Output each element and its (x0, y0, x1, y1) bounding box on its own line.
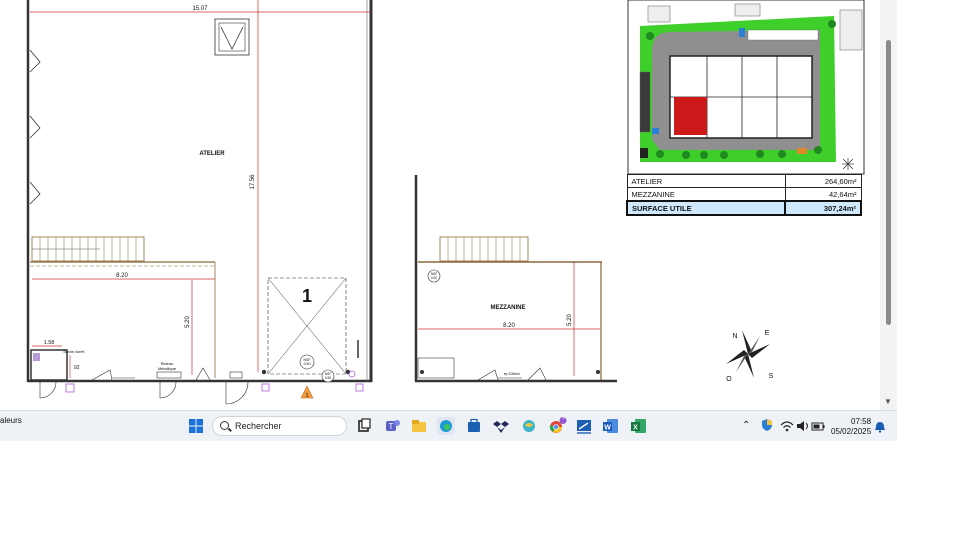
security-shield-icon[interactable] (760, 418, 774, 432)
site-plan (627, 0, 865, 175)
table-row: ATELIER 264,60m² (626, 174, 862, 188)
surface-name: MEZZANINE (626, 187, 786, 202)
label-metallique: Métallique (158, 366, 177, 371)
windows-start-icon[interactable] (187, 417, 205, 435)
clock-time[interactable]: 07:58 (851, 417, 871, 426)
compass-s: S (769, 373, 774, 380)
svg-text:T: T (389, 422, 394, 431)
scrollbar-thumb[interactable] (886, 40, 891, 325)
dim-width-top: 15.07 (192, 6, 208, 12)
store-icon[interactable] (465, 417, 483, 435)
table-row: MEZZANINE 42,64m² (626, 187, 862, 202)
compass-o: O (726, 376, 732, 383)
vertical-scrollbar[interactable]: ▼ (880, 0, 897, 410)
search-icon (220, 421, 229, 430)
surface-table: ATELIER 264,60m² MEZZANINE 42,64m² SURFA… (626, 174, 862, 216)
chrome-icon[interactable]: 9 (547, 415, 567, 435)
surface-value: 264,60m² (784, 174, 862, 188)
wifi-icon[interactable] (780, 419, 794, 432)
notification-bell-icon[interactable] (874, 420, 886, 433)
north-compass: N E S O (726, 330, 774, 383)
door-note: Bande d'arrêt (64, 350, 85, 354)
chevron-up-icon[interactable]: ⌃ (742, 420, 750, 431)
nsf-value-small: 0.50 (325, 376, 331, 380)
dim-520-right: 5.20 (567, 314, 573, 326)
word-icon[interactable]: W (602, 417, 620, 435)
marker-small: 1 (306, 393, 309, 399)
surface-name: ATELIER (626, 174, 786, 188)
search-placeholder: Rechercher (235, 421, 282, 431)
svg-text:W: W (604, 425, 611, 432)
dropbox-icon[interactable] (492, 417, 510, 435)
taskbar-widget-text[interactable]: aleurs (0, 416, 22, 425)
surface-value: 42,64m² (784, 187, 862, 202)
chrome-badge: 9 (562, 415, 565, 421)
dim-520-left: 5.20 (185, 316, 191, 328)
surface-total-value: 307,24m² (784, 200, 862, 216)
teams-icon[interactable]: T (383, 417, 401, 435)
compass-n: N (732, 333, 737, 340)
speaker-icon[interactable] (796, 419, 810, 431)
table-row-total: SURFACE UTILE 307,24m² (626, 200, 862, 216)
whiteboard-icon[interactable] (575, 417, 593, 435)
dim-92: 92 (74, 365, 80, 371)
dim-height-atelier: 17.56 (250, 174, 256, 190)
room-label-atelier: ATELIER (199, 151, 225, 157)
file-explorer-icon[interactable] (410, 417, 428, 435)
nsf-value-mezz: 0.00 (431, 276, 437, 280)
nsf-value-left: 0.50 (304, 362, 311, 366)
dim-158: 1.58 (44, 340, 55, 346)
taskbar-search-box[interactable]: Rechercher (212, 416, 347, 436)
atelier-plan: 15.07 17.56 ATELIER 8.20 5.20 1.58 Bande… (26, 0, 373, 405)
windows-taskbar: aleurs Rechercher T 9 W X ⌃ 07:58 05/02/… (0, 410, 897, 441)
bay-number: 1 (302, 286, 312, 306)
excel-icon[interactable]: X (630, 417, 648, 435)
edge-icon[interactable] (437, 417, 455, 435)
surface-total-name: SURFACE UTILE (626, 200, 786, 216)
compass-e: E (765, 330, 770, 337)
battery-icon[interactable] (811, 419, 825, 431)
dim-820-left: 8.20 (116, 273, 128, 279)
svg-text:X: X (633, 425, 638, 432)
browser-icon[interactable] (520, 417, 538, 435)
clock-date[interactable]: 05/02/2025 (831, 427, 871, 436)
scroll-down-icon[interactable]: ▼ (884, 397, 892, 406)
pdf-viewer: 15.07 17.56 ATELIER 8.20 5.20 1.58 Bande… (0, 0, 897, 410)
mezz-note: ep 100mm (504, 372, 521, 376)
room-label-mezzanine: MEZZANINE (491, 305, 526, 311)
task-view-icon[interactable] (355, 417, 373, 435)
mezzanine-plan: NSF 0.00 MEZZANINE 8.20 5.20 ep 100mm (414, 175, 617, 383)
dim-820-right: 8.20 (503, 323, 515, 329)
